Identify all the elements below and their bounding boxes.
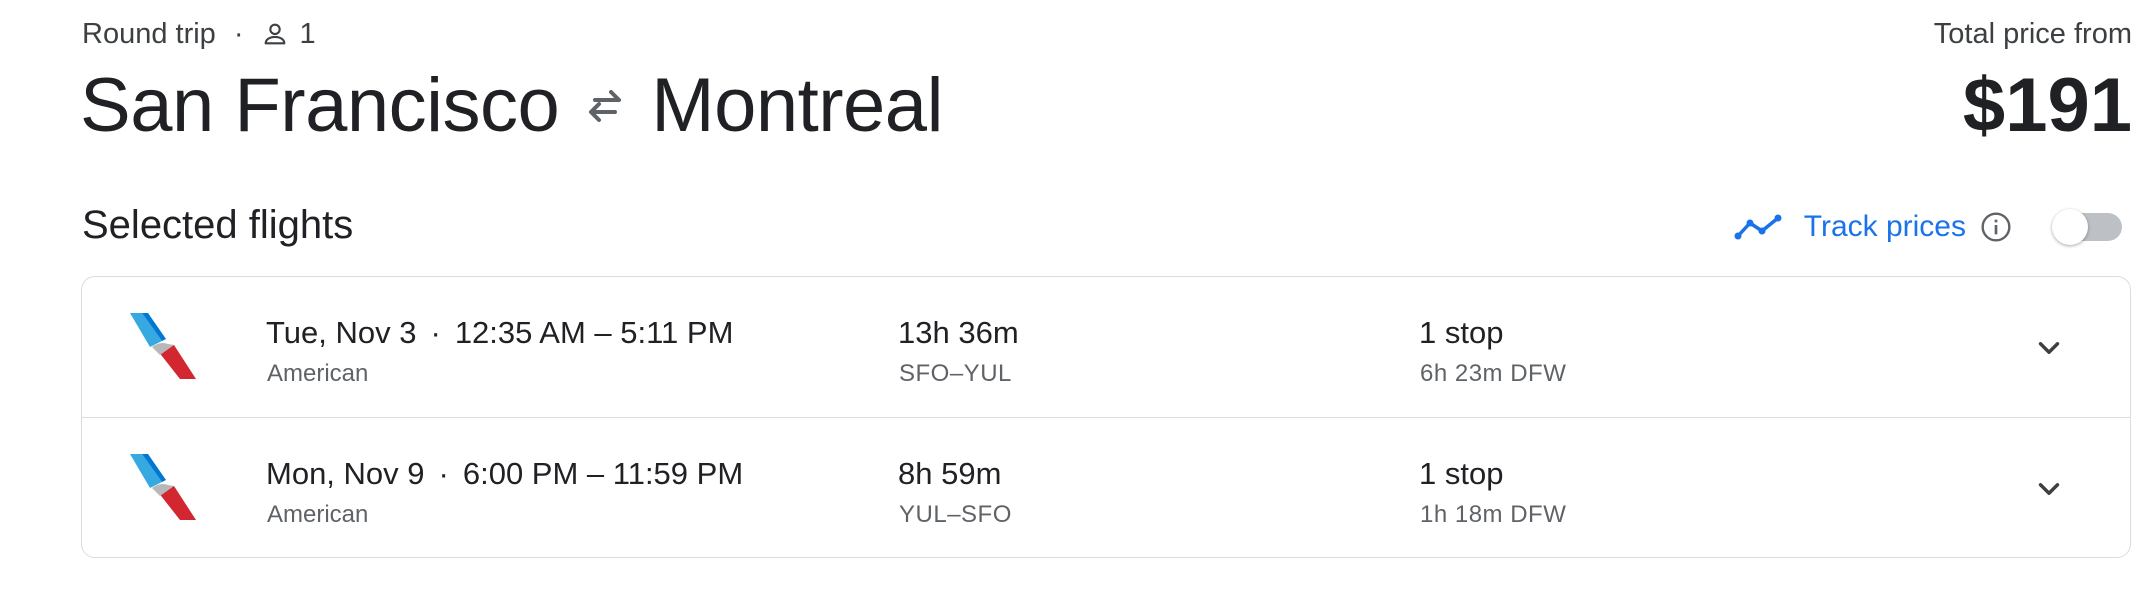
flight-layover: 1h 18m DFW (1420, 501, 1567, 528)
trip-meta-separator: · (233, 18, 244, 50)
info-icon[interactable] (1980, 211, 2012, 243)
flight-times: 6:00 PM – 11:59 PM (462, 456, 744, 491)
times-separator: · (430, 315, 441, 350)
person-outline-icon (265, 23, 286, 45)
passenger-count: 1 (299, 18, 316, 50)
track-prices-toggle[interactable] (2052, 209, 2122, 245)
flight-stops: 1 stop (1419, 315, 1504, 350)
flight-row-return[interactable]: Mon, Nov 9 · 6:00 PM – 11:59 PM American 8… (82, 417, 2130, 557)
trip-type: Round trip (82, 18, 216, 50)
total-price: $191 (1962, 63, 2132, 148)
flight-times-line: Tue, Nov 3 · 12:35 AM – 5:11 PM (266, 313, 733, 353)
flight-times: 12:35 AM – 5:11 PM (454, 315, 734, 350)
selected-flights-title: Selected flights (82, 203, 354, 247)
route-title: San Francisco Montreal (80, 58, 943, 154)
flight-duration: 13h 36m (898, 315, 1019, 350)
toggle-knob (2052, 209, 2088, 245)
flight-date: Mon, Nov 9 (266, 456, 425, 491)
times-separator: · (438, 456, 449, 491)
american-airlines-logo-icon (130, 454, 196, 520)
chevron-down-icon[interactable] (2032, 331, 2066, 365)
price-label: Total price from (1933, 18, 2132, 50)
trending-line-icon (1734, 214, 1782, 240)
swap-arrows-icon (589, 90, 622, 122)
american-airlines-logo-icon (130, 313, 196, 379)
flight-stops: 1 stop (1419, 456, 1504, 491)
chevron-down-icon[interactable] (2032, 472, 2066, 506)
flight-duration: 8h 59m (898, 456, 1002, 491)
track-prices-label[interactable]: Track prices (1804, 210, 1966, 244)
flight-date: Tue, Nov 3 (266, 315, 417, 350)
flight-times-line: Mon, Nov 9 · 6:00 PM – 11:59 PM (266, 454, 743, 494)
airline-name: American (267, 501, 369, 528)
flight-airports: SFO–YUL (899, 360, 1012, 387)
selected-flights-list: Tue, Nov 3 · 12:35 AM – 5:11 PM American 1… (81, 276, 2131, 558)
airline-name: American (267, 360, 369, 387)
trip-meta: Round trip · 1 (82, 14, 316, 54)
destination-city: Montreal (651, 63, 943, 148)
origin-city: San Francisco (80, 63, 560, 148)
flight-airports: YUL–SFO (899, 501, 1012, 528)
flight-layover: 6h 23m DFW (1420, 360, 1567, 387)
track-prices: Track prices (1734, 202, 2122, 252)
flight-row-outbound[interactable]: Tue, Nov 3 · 12:35 AM – 5:11 PM American 1… (82, 277, 2130, 417)
